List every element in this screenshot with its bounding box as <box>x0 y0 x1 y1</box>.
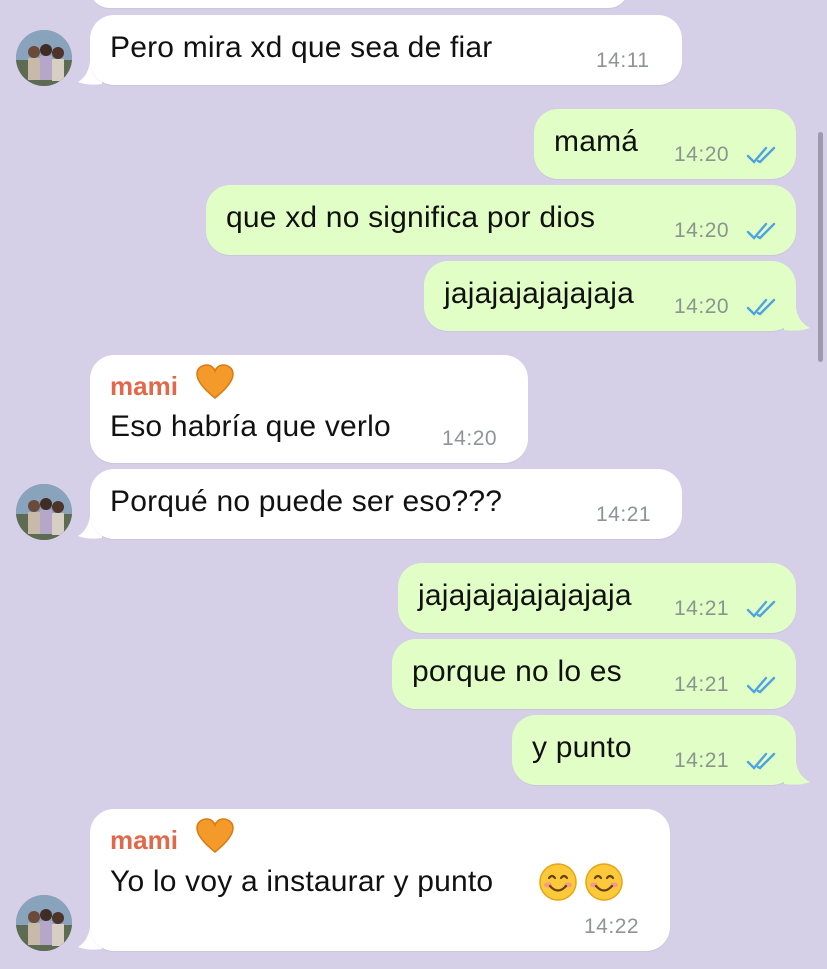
message-text: jajajajajajajaja <box>444 277 634 310</box>
double-check-icon <box>746 222 776 240</box>
double-check-icon <box>746 298 776 316</box>
message-text: mamá <box>554 125 639 158</box>
sender-name[interactable]: mami <box>110 825 178 856</box>
outgoing-message[interactable]: jajajajajajajaja 14:20 <box>424 261 796 331</box>
orange-heart-icon <box>196 364 234 399</box>
avatar-photo <box>16 30 72 86</box>
sender-name[interactable]: mami <box>110 371 178 402</box>
outgoing-message[interactable]: y punto 14:21 <box>512 715 796 785</box>
outgoing-message[interactable]: que xd no significa por dios 14:20 <box>206 185 796 255</box>
message-text: y punto <box>532 731 632 764</box>
message-time: 14:22 <box>584 915 640 938</box>
message-text: Pero mira xd que sea de fiar <box>110 31 493 64</box>
message-time: 14:20 <box>674 143 730 166</box>
message-text: Porqué no puede ser eso??? <box>110 485 503 518</box>
message-time: 14:11 <box>596 49 650 72</box>
avatar[interactable] <box>16 484 72 540</box>
bubble-tail <box>784 308 810 331</box>
message-time: 14:21 <box>674 597 730 620</box>
bubble-tail <box>784 762 810 785</box>
incoming-message[interactable]: Pero mira xd que sea de fiar 14:11 <box>90 15 682 85</box>
message-text: Eso habría que verlo <box>110 410 391 443</box>
double-check-icon <box>746 752 776 770</box>
avatar[interactable] <box>16 30 72 86</box>
avatar[interactable] <box>16 895 72 951</box>
message-text: que xd no significa por dios <box>226 201 596 234</box>
message-time: 14:20 <box>674 219 730 242</box>
smiling-face-icon <box>539 863 577 901</box>
outgoing-message[interactable]: porque no lo es 14:21 <box>392 639 796 709</box>
scrollbar[interactable] <box>818 132 823 362</box>
outgoing-message[interactable]: mamá 14:20 <box>534 109 796 179</box>
partial-message-bubble[interactable] <box>90 0 628 8</box>
message-time: 14:21 <box>674 673 730 696</box>
message-time: 14:21 <box>674 749 730 772</box>
message-text: jajajajajajajajaja <box>418 579 632 612</box>
message-text: Yo lo voy a instaurar y punto <box>110 865 494 898</box>
message-time: 14:20 <box>442 427 498 450</box>
message-text: porque no lo es <box>412 655 622 688</box>
double-check-icon <box>746 676 776 694</box>
incoming-message[interactable]: Porqué no puede ser eso??? 14:21 <box>90 469 682 539</box>
incoming-message[interactable]: mami Eso habría que verlo 14:20 <box>90 355 528 463</box>
message-time: 14:21 <box>596 503 652 526</box>
message-time: 14:20 <box>674 295 730 318</box>
double-check-icon <box>746 146 776 164</box>
avatar-photo <box>16 484 72 540</box>
outgoing-message[interactable]: jajajajajajajajaja 14:21 <box>398 563 796 633</box>
incoming-message[interactable]: mami Yo lo voy a instaurar y punto 14:22 <box>90 809 670 951</box>
smiling-face-icon <box>585 863 623 901</box>
avatar-photo <box>16 895 72 951</box>
double-check-icon <box>746 600 776 618</box>
orange-heart-icon <box>196 818 234 853</box>
